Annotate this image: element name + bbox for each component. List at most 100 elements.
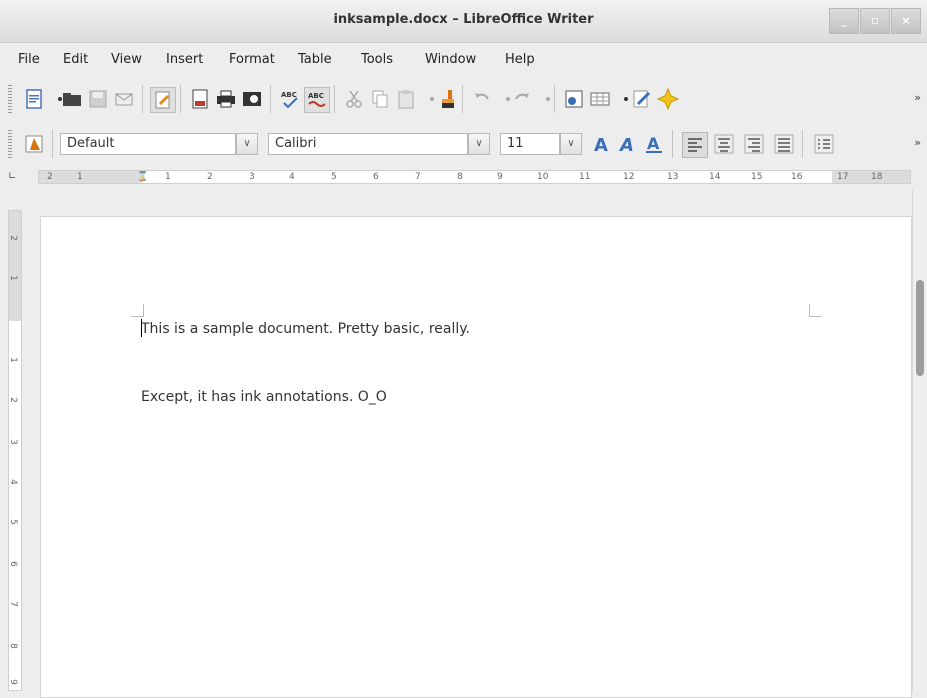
menu-window[interactable]: Window [425,52,476,67]
ruler-tick: 18 [871,172,883,182]
dropdown-arrow-icon[interactable] [48,87,62,111]
svg-text:A: A [647,134,660,153]
close-button[interactable]: × [891,8,921,34]
svg-text:ABC: ABC [281,91,297,99]
ruler-tick: 2 [207,172,213,182]
table-icon[interactable] [588,87,612,111]
font-name-dropdown-icon[interactable]: ∨ [468,133,490,155]
underline-icon[interactable]: A [642,132,666,156]
bold-icon[interactable]: A [590,132,614,156]
svg-text:ABC: ABC [308,92,324,100]
ruler-tick: 5 [7,519,18,525]
ruler-tick: 1 [7,275,18,281]
title-bar: inksample.docx – LibreOffice Writer _ ▫ … [0,0,927,43]
minimize-button[interactable]: _ [829,8,859,34]
paragraph-style-select[interactable]: Default [60,133,236,155]
font-name-select[interactable]: Calibri [268,133,468,155]
horizontal-ruler[interactable]: ∟ 2 1 ⌛ 1 2 3 4 5 6 7 8 9 10 11 12 13 14… [0,165,927,189]
menu-edit[interactable]: Edit [63,52,88,67]
font-size-select[interactable]: 11 [500,133,560,155]
ruler-tick: 16 [791,172,803,182]
ruler-tick: 7 [7,601,18,607]
tab-stop-icon[interactable]: ∟ [8,171,16,182]
ruler-indent-marker[interactable]: ⌛ [137,171,148,184]
ruler-tick: 7 [415,172,421,182]
paragraph[interactable]: Except, it has ink annotations. O_O [141,389,387,405]
ruler-tick: 2 [47,172,53,182]
navigator-icon[interactable] [562,87,586,111]
paragraph[interactable]: This is a sample document. Pretty basic,… [141,321,470,337]
menu-insert[interactable]: Insert [166,52,203,67]
menu-help[interactable]: Help [505,52,535,67]
vertical-ruler[interactable]: 2 1 1 2 3 4 5 6 7 8 9 [0,210,24,691]
formatting-overflow-button[interactable]: » [914,136,921,149]
open-folder-icon[interactable] [60,87,84,111]
svg-text:A: A [618,135,634,156]
menu-file[interactable]: File [18,52,40,67]
ruler-tick: 4 [7,479,18,485]
ruler-tick: 8 [457,172,463,182]
copy-icon[interactable] [368,87,392,111]
ruler-tick: 3 [7,439,18,445]
save-icon[interactable] [86,87,110,111]
ruler-tick: 11 [579,172,591,182]
document-page[interactable]: This is a sample document. Pretty basic,… [40,216,912,698]
email-icon[interactable] [112,87,136,111]
italic-icon[interactable]: A [616,132,640,156]
print-icon[interactable] [214,87,238,111]
print-preview-icon[interactable] [240,87,264,111]
ruler-tick: 2 [7,235,18,241]
toolbar-overflow-button[interactable]: » [914,91,921,104]
ruler-tick: 4 [289,172,295,182]
paste-dropdown-icon[interactable] [420,87,434,111]
numbering-icon[interactable] [812,132,836,156]
edit-mode-icon[interactable] [150,87,176,113]
maximize-button[interactable]: ▫ [860,8,890,34]
margin-corner-top-left [131,304,144,317]
redo-dropdown-icon[interactable] [536,87,550,111]
ruler-tick: 1 [7,357,18,363]
new-document-icon[interactable] [22,87,46,111]
toolbar-grip[interactable] [8,85,12,113]
standard-toolbar: ABC ABC » [0,79,927,119]
ruler-tick: 8 [7,643,18,649]
font-size-dropdown-icon[interactable]: ∨ [560,133,582,155]
menu-bar: File Edit View Insert Format Table Tools… [0,43,927,77]
paste-icon[interactable] [394,87,418,111]
ruler-tick: 13 [667,172,679,182]
menu-format[interactable]: Format [229,52,275,67]
scrollbar-thumb[interactable] [916,280,924,376]
ruler-tick: 15 [751,172,763,182]
ruler-tick: 9 [497,172,503,182]
align-left-icon[interactable] [682,132,708,158]
svg-text:A: A [594,135,608,156]
undo-dropdown-icon[interactable] [496,87,510,111]
ruler-tick: 6 [7,561,18,567]
toolbar-grip[interactable] [8,130,12,158]
ruler-tick: 2 [7,397,18,403]
spellcheck-icon[interactable]: ABC [278,87,302,111]
align-center-icon[interactable] [712,132,736,156]
gallery-icon[interactable] [656,87,680,111]
redo-icon[interactable] [510,87,534,111]
formatting-toolbar: Default ∨ Calibri ∨ 11 ∨ A A A » [0,124,927,164]
table-dropdown-icon[interactable] [614,87,628,111]
document-area: This is a sample document. Pretty basic,… [26,190,912,698]
menu-view[interactable]: View [111,52,142,67]
undo-icon[interactable] [470,87,494,111]
menu-table[interactable]: Table [298,52,332,67]
justify-icon[interactable] [772,132,796,156]
styles-formatting-icon[interactable] [22,132,46,156]
align-right-icon[interactable] [742,132,766,156]
margin-corner-top-right [809,304,822,317]
paragraph-style-dropdown-icon[interactable]: ∨ [236,133,258,155]
ruler-tick: 5 [331,172,337,182]
clone-formatting-icon[interactable] [434,87,458,111]
autospellcheck-icon[interactable]: ABC [304,87,330,113]
vertical-scrollbar[interactable] [912,190,927,691]
ruler-tick: 10 [537,172,549,182]
export-pdf-icon[interactable] [188,87,212,111]
cut-icon[interactable] [342,87,366,111]
menu-tools[interactable]: Tools [361,52,393,67]
draw-functions-icon[interactable] [630,87,654,111]
